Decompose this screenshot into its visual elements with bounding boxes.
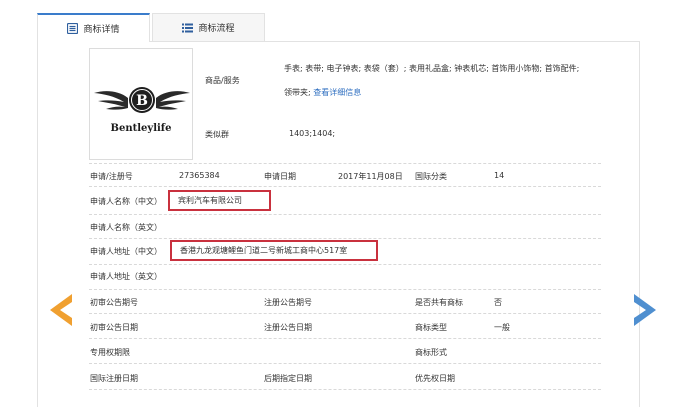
- tab-trademark-process[interactable]: 商标流程: [152, 13, 265, 41]
- divider: [89, 214, 601, 215]
- reg-no-value: 27365384: [179, 171, 220, 180]
- goods-services-value-line2: 领带夹; 查看详细信息: [284, 87, 361, 98]
- divider: [89, 186, 601, 187]
- applicant-cn-label: 申请人名称（中文）: [90, 197, 162, 206]
- intl-reg-date-label: 国际注册日期: [90, 374, 138, 383]
- similar-group-label: 类似群: [205, 130, 229, 139]
- divider: [89, 264, 601, 265]
- trademark-detail-view: 商标详情 商标流程 B Bentleylife 商品/服务 手表; 表带; 电子…: [0, 0, 679, 407]
- trademark-type-value: 一般: [494, 323, 510, 332]
- applicant-cn-value: 宾利汽车有限公司: [168, 190, 271, 211]
- prelim-pub-date-label: 初审公告日期: [90, 323, 138, 332]
- chevron-right-icon[interactable]: [634, 294, 656, 330]
- divider: [89, 289, 601, 290]
- trademark-type-label: 商标类型: [415, 323, 447, 332]
- later-designation-date-label: 后期指定日期: [264, 374, 312, 383]
- intl-class-label: 国际分类: [415, 172, 447, 181]
- svg-text:B: B: [136, 93, 148, 109]
- goods-services-label: 商品/服务: [205, 76, 240, 85]
- tab-label: 商标详情: [83, 25, 120, 35]
- address-cn-value: 香港九龙观塘鲤鱼门道二号新城工商中心517室: [170, 240, 378, 261]
- chevron-left-icon[interactable]: [50, 294, 72, 330]
- trademark-logo: B Bentleylife: [89, 48, 193, 160]
- apply-date-label: 申请日期: [264, 172, 296, 181]
- goods-services-value: 手表; 表带; 电子钟表; 表袋（套）; 表用礼品盒; 钟表机芯; 首饰用小饰物…: [284, 64, 580, 73]
- reg-pub-date-label: 注册公告日期: [264, 323, 312, 332]
- apply-date-value: 2017年11月08日: [338, 172, 403, 181]
- reg-pub-no-label: 注册公告期号: [264, 298, 312, 307]
- trademark-form-label: 商标形式: [415, 348, 447, 357]
- logo-text: Bentleylife: [110, 123, 172, 134]
- shared-trademark-label: 是否共有商标: [415, 298, 463, 307]
- divider: [89, 389, 601, 390]
- address-en-label: 申请人地址（英文）: [90, 272, 162, 281]
- view-details-link[interactable]: 查看详细信息: [313, 88, 361, 97]
- shared-trademark-value: 否: [494, 298, 502, 307]
- exclusive-period-label: 专用权期限: [90, 348, 130, 357]
- tab-trademark-details[interactable]: 商标详情: [37, 13, 150, 42]
- divider: [89, 363, 601, 364]
- list-icon: [182, 23, 194, 33]
- document-list-icon: [67, 23, 79, 34]
- tab-label: 商标流程: [198, 24, 235, 34]
- divider: [89, 313, 601, 314]
- intl-class-value: 14: [494, 171, 505, 180]
- address-cn-label: 申请人地址（中文）: [90, 247, 162, 256]
- divider: [89, 163, 601, 164]
- reg-no-label: 申请/注册号: [90, 172, 133, 181]
- priority-date-label: 优先权日期: [415, 374, 455, 383]
- divider: [89, 238, 601, 239]
- winged-b-logo-icon: B: [94, 84, 190, 122]
- prelim-pub-no-label: 初审公告期号: [90, 298, 138, 307]
- applicant-en-label: 申请人名称（英文）: [90, 223, 162, 232]
- similar-group-value: 1403;1404;: [289, 129, 336, 138]
- divider: [89, 338, 601, 339]
- goods-services-value-tail: 领带夹;: [284, 88, 314, 97]
